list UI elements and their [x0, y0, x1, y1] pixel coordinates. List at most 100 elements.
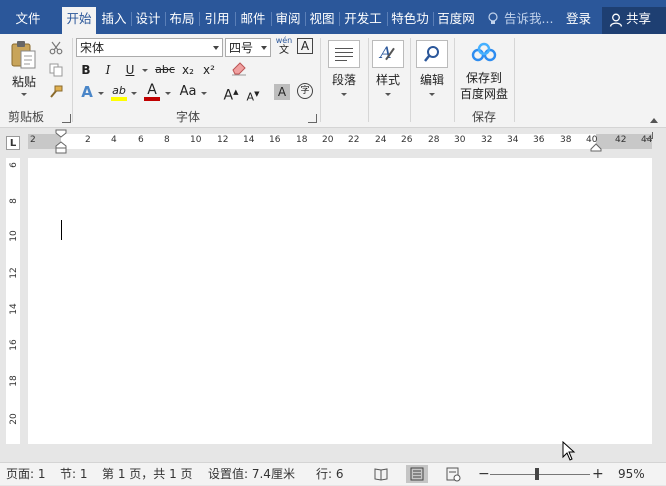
indent-marker-icon[interactable]: [55, 128, 67, 154]
ruler-tick-label: 22: [348, 135, 360, 145]
change-case-dropdown-arrow[interactable]: [201, 92, 207, 95]
login-button[interactable]: 登录: [566, 8, 591, 30]
tab-selector[interactable]: L: [6, 136, 20, 150]
tab-layout[interactable]: 布局: [166, 8, 200, 30]
paragraph-dropdown-arrow: [341, 93, 347, 96]
tab-file[interactable]: 文件: [6, 8, 50, 30]
text-effects-dropdown-arrow[interactable]: [98, 92, 104, 95]
web-layout-button[interactable]: [442, 465, 464, 483]
status-setting[interactable]: 设置值: 7.4厘米: [208, 465, 295, 483]
paragraph-button[interactable]: 段落: [324, 38, 364, 102]
shrink-font-button[interactable]: A▼: [244, 84, 262, 104]
highlight-color-swatch: [111, 97, 127, 101]
tab-view[interactable]: 视图: [306, 8, 340, 30]
grow-font-button[interactable]: A▲: [222, 82, 240, 104]
vertical-ruler[interactable]: 6 8 10 12 14 16 18 20: [6, 158, 20, 444]
tab-features[interactable]: 特色功: [388, 8, 434, 30]
font-size-combo[interactable]: 四号: [225, 38, 271, 57]
phonetic-top-text: wén: [275, 36, 293, 45]
lightbulb-icon: [488, 12, 498, 24]
ruler-tick-label: 20: [322, 135, 334, 145]
italic-button[interactable]: I: [100, 60, 116, 80]
highlight-button[interactable]: ab: [109, 80, 129, 101]
underline-button[interactable]: U: [122, 60, 138, 80]
paste-dropdown-arrow: [21, 93, 27, 96]
clear-formatting-button[interactable]: [228, 58, 250, 78]
collapse-ribbon-icon[interactable]: [650, 118, 658, 123]
superscript-button[interactable]: x²: [200, 60, 218, 80]
share-button[interactable]: 共享: [602, 7, 666, 34]
vertical-ruler-label: 12: [9, 267, 19, 279]
save-line1-label: 保存到: [465, 71, 502, 85]
print-layout-button[interactable]: [406, 465, 428, 483]
styles-dropdown-arrow: [385, 93, 391, 96]
phonetic-guide-button[interactable]: wén 文: [274, 36, 294, 60]
tell-me-text: 告诉我...: [504, 11, 554, 26]
document-page[interactable]: [28, 158, 652, 444]
tell-me-box[interactable]: 告诉我...: [484, 8, 560, 30]
styles-button[interactable]: A 样式: [368, 38, 408, 102]
tab-mailings[interactable]: 邮件: [236, 8, 272, 30]
cut-button[interactable]: [46, 38, 66, 58]
share-label: 共享: [626, 11, 652, 26]
font-color-button[interactable]: A: [143, 80, 161, 101]
tab-developer[interactable]: 开发工: [340, 8, 388, 30]
ruler-tick-label: 42: [615, 135, 627, 145]
underline-dropdown-arrow[interactable]: [142, 69, 148, 72]
clipboard-dialog-launcher[interactable]: [62, 114, 71, 123]
text-effects-button[interactable]: A: [78, 82, 96, 102]
highlight-dropdown-arrow[interactable]: [131, 92, 137, 95]
font-color-dropdown-arrow[interactable]: [165, 92, 171, 95]
paintbrush-icon: [50, 85, 63, 98]
zoom-level[interactable]: 95%: [618, 465, 645, 483]
font-dialog-launcher[interactable]: [308, 114, 317, 123]
ribbon-home: 粘贴 剪贴板 宋体 四号 wén 文 A B I U abc x₂ x² A a…: [0, 34, 666, 128]
format-painter-button[interactable]: [46, 82, 66, 102]
paragraph-label: 段落: [331, 73, 356, 87]
status-line[interactable]: 行: 6: [316, 465, 344, 483]
paste-button[interactable]: 粘贴: [6, 38, 42, 100]
font-name-combo[interactable]: 宋体: [76, 38, 223, 57]
paste-label: 粘贴: [11, 75, 36, 89]
ruler-tick-label: 2: [30, 135, 36, 145]
ruler-tick-label: 24: [375, 135, 387, 145]
save-to-baidu-button[interactable]: 保存到 百度网盘: [456, 38, 512, 104]
tab-references[interactable]: 引用: [200, 8, 236, 30]
enclose-characters-button[interactable]: 字: [297, 83, 313, 99]
vertical-ruler-label: 14: [9, 303, 19, 315]
zoom-in-button[interactable]: +: [592, 465, 604, 483]
strikethrough-button[interactable]: abc: [153, 60, 177, 80]
editing-button[interactable]: 编辑: [412, 38, 452, 102]
tab-home[interactable]: 开始: [62, 7, 96, 34]
status-section[interactable]: 节: 1: [60, 465, 88, 483]
text-caret: [61, 220, 62, 240]
zoom-out-button[interactable]: −: [478, 465, 490, 483]
ruler-tick-label: 36: [533, 135, 545, 145]
zoom-slider-thumb[interactable]: [535, 468, 539, 480]
tab-insert[interactable]: 插入: [98, 8, 132, 30]
font-name-value: 宋体: [80, 41, 105, 55]
web-layout-icon: [446, 467, 461, 482]
status-pages[interactable]: 第 1 页，共 1 页: [102, 465, 193, 483]
ruler-track[interactable]: 2 2 4 6 8 10 12 14 16 18 20 22 24 26 28 30 32 34 36 38 40 42 4…: [28, 134, 652, 149]
tab-baidu[interactable]: 百度网: [434, 8, 478, 30]
read-mode-button[interactable]: [370, 465, 392, 483]
change-case-button[interactable]: Aa: [177, 82, 199, 102]
bold-button[interactable]: B: [78, 60, 94, 80]
ruler-tick-label: 12: [217, 135, 229, 145]
tab-review[interactable]: 审阅: [272, 8, 306, 30]
save-group-label: 保存: [471, 110, 496, 124]
character-shading-button[interactable]: A: [274, 84, 290, 100]
copy-button[interactable]: [46, 60, 66, 80]
subscript-button[interactable]: x₂: [179, 60, 197, 80]
zoom-slider-track[interactable]: [490, 474, 590, 475]
book-icon: [374, 468, 388, 481]
group-separator: [514, 38, 515, 122]
character-border-button[interactable]: A: [297, 38, 313, 54]
paragraph-icon: [328, 40, 360, 68]
status-page[interactable]: 页面: 1: [6, 465, 46, 483]
group-separator: [454, 38, 455, 122]
clipboard-icon: [11, 41, 36, 69]
tab-design[interactable]: 设计: [132, 8, 166, 30]
right-indent-marker-icon[interactable]: [590, 138, 602, 152]
